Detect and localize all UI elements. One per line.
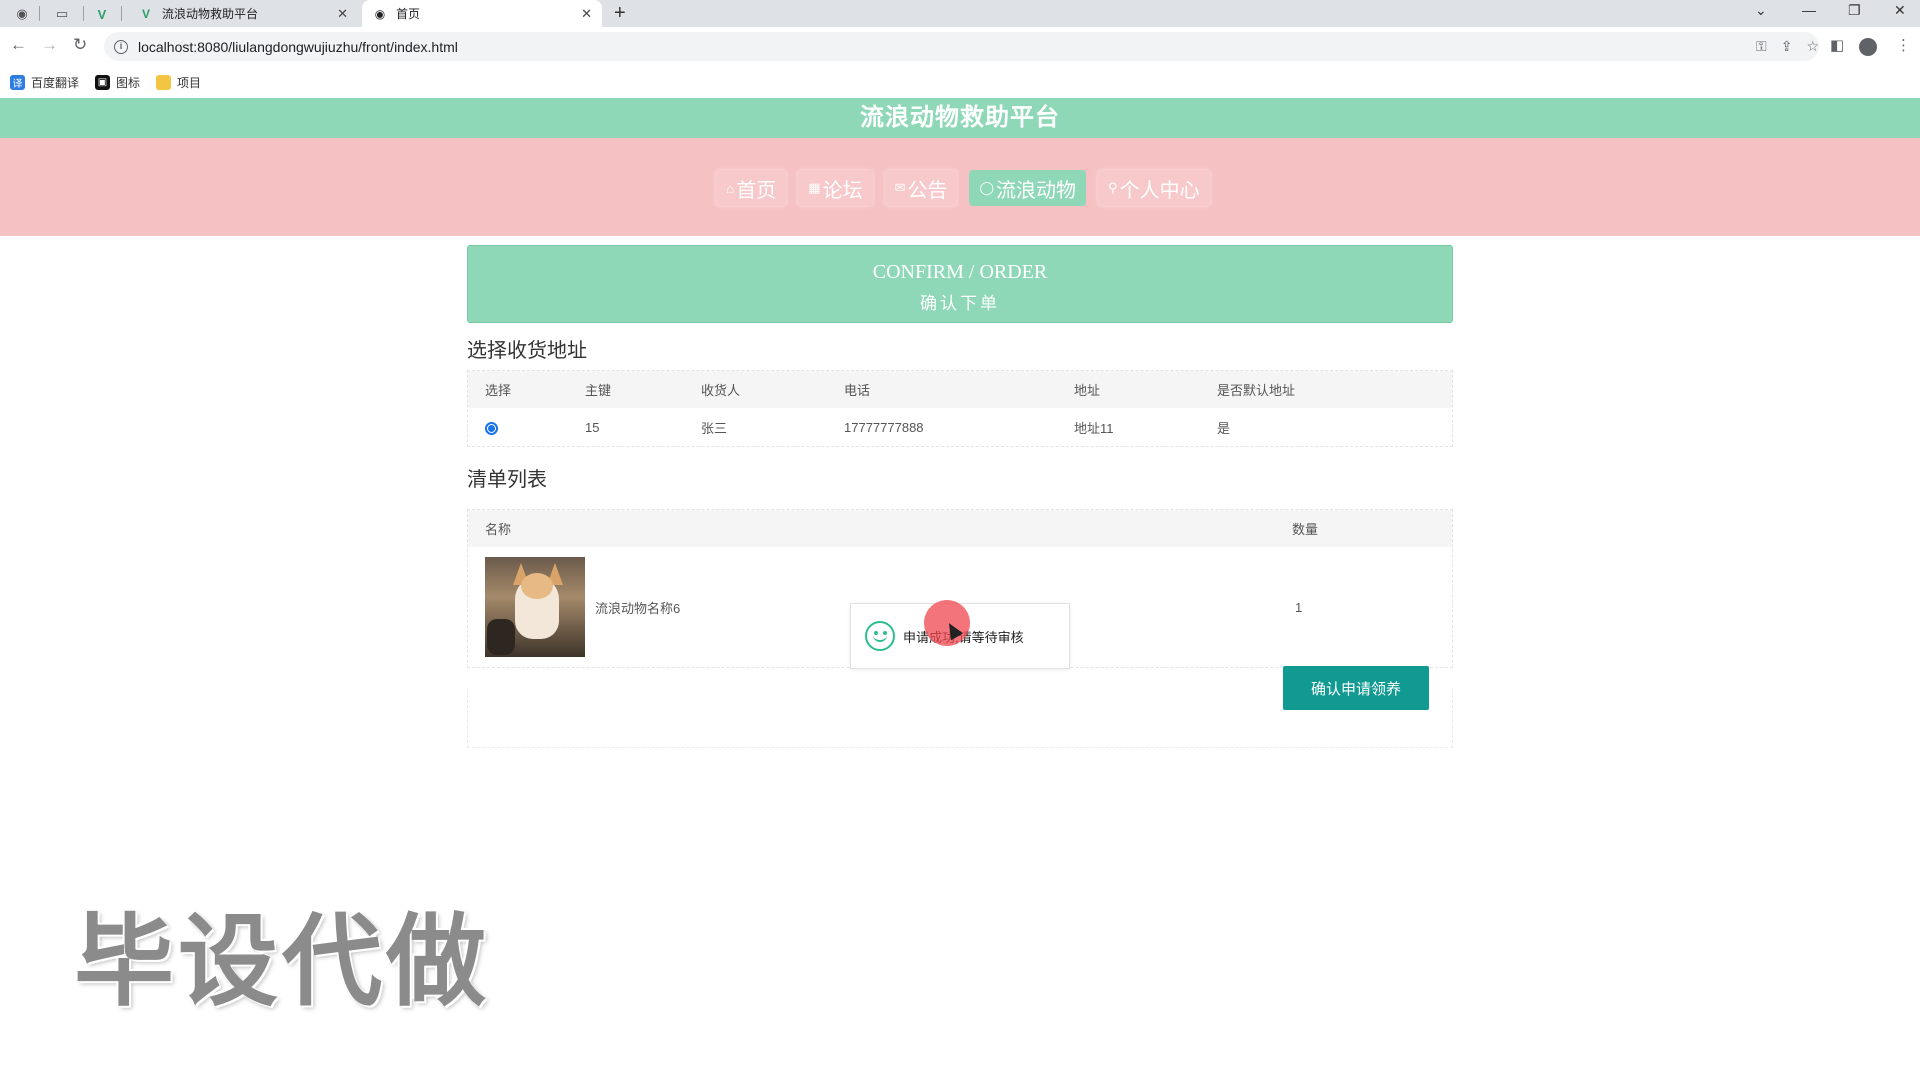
back-arrow-icon[interactable]: ← xyxy=(10,35,27,55)
bookmark-icons[interactable]: ▣ 图标 xyxy=(95,74,140,91)
side-panel-icon[interactable]: ◧ xyxy=(1830,36,1844,54)
tab-rescue-platform[interactable]: V 流浪动物救助平台 ✕ xyxy=(128,0,358,27)
site-title: 流浪动物救助平台 xyxy=(860,104,1060,131)
pet-name: 流浪动物名称6 xyxy=(595,600,681,616)
col-address: 地址 xyxy=(1074,371,1217,408)
col-id: 主键 xyxy=(585,371,701,408)
main-nav: ⌂ 首页 ▦ 论坛 ✉ 公告 ◯ 流浪动物 ⚲ 个人中心 xyxy=(0,170,1920,206)
blank-tab-icon[interactable]: ▭ xyxy=(50,3,74,25)
window-close-icon[interactable]: ✕ xyxy=(1894,2,1906,19)
nav-label: 公告 xyxy=(907,179,948,202)
confirm-order-banner: CONFIRM / ORDER 确认下单 xyxy=(467,245,1453,323)
main-nav-band: ⌂ 首页 ▦ 论坛 ✉ 公告 ◯ 流浪动物 ⚲ 个人中心 xyxy=(0,138,1920,236)
translate-icon: 译 xyxy=(10,75,25,90)
globe-icon[interactable]: ◉ xyxy=(10,3,34,25)
cell-id: 15 xyxy=(585,419,600,435)
col-name: 名称 xyxy=(468,510,1292,547)
reload-icon[interactable]: ↻ xyxy=(73,35,87,55)
address-radio[interactable] xyxy=(485,421,498,435)
bookmarks-bar: 译 百度翻译 ▣ 图标 项目 xyxy=(0,67,1920,98)
home-icon: ⌂ xyxy=(726,180,735,196)
folder-icon xyxy=(156,75,172,90)
smile-icon xyxy=(865,621,895,651)
globe-icon: ◉ xyxy=(374,6,386,21)
forum-icon: ▦ xyxy=(808,180,821,195)
url-text[interactable]: localhost:8080/liulangdongwujiuzhu/front… xyxy=(138,39,458,55)
image-icon: ▣ xyxy=(95,75,111,90)
user-icon: ⚲ xyxy=(1108,180,1118,195)
select-cell xyxy=(468,408,585,446)
pet-photo xyxy=(485,557,585,657)
browser-tab-bar: ◉ ▭ V V 流浪动物救助平台 ✕ ◉ 首页 ✕ + ⌄ — ❐ ✕ xyxy=(0,0,1920,27)
nav-label: 个人中心 xyxy=(1119,179,1200,202)
new-tab-icon[interactable]: + xyxy=(614,2,626,25)
table-row[interactable]: 15 张三 17777777888 地址11 是 xyxy=(468,408,1452,446)
nav-personal-center[interactable]: ⚲ 个人中心 xyxy=(1098,170,1210,206)
key-icon[interactable]: ⚿ xyxy=(1756,38,1767,55)
nav-label: 流浪动物 xyxy=(996,179,1077,202)
bookmark-label: 项目 xyxy=(177,76,202,90)
bookmark-baidu-translate[interactable]: 译 百度翻译 xyxy=(10,74,79,91)
cell-address: 地址11 xyxy=(1074,420,1114,436)
col-phone: 电话 xyxy=(844,371,1074,408)
tab-home[interactable]: ◉ 首页 ✕ xyxy=(362,0,602,27)
nav-label: 首页 xyxy=(736,179,777,202)
site-header: 流浪动物救助平台 xyxy=(0,98,1920,138)
table-header-row: 名称 数量 xyxy=(468,510,1452,547)
menu-dots-icon[interactable]: ⋮ xyxy=(1896,36,1911,54)
tab-separator xyxy=(39,6,40,21)
col-receiver: 收货人 xyxy=(701,371,844,408)
nav-notice[interactable]: ✉ 公告 xyxy=(884,170,958,206)
address-bar[interactable]: i localhost:8080/liulangdongwujiuzhu/fro… xyxy=(104,32,1819,61)
forward-arrow-icon[interactable]: → xyxy=(41,35,58,55)
cell-default: 是 xyxy=(1217,420,1231,436)
tab-title: 流浪动物救助平台 xyxy=(162,7,259,21)
banner-title-en: CONFIRM / ORDER xyxy=(872,261,1048,283)
address-table: 选择 主键 收货人 电话 地址 是否默认地址 15 张三 17777777888… xyxy=(467,370,1453,447)
site-info-icon[interactable]: i xyxy=(114,39,128,54)
orderlist-section-heading: 清单列表 xyxy=(467,469,547,491)
item-quantity: 1 xyxy=(1295,599,1303,615)
tab-separator xyxy=(83,6,84,21)
restore-icon[interactable]: ❐ xyxy=(1848,2,1861,19)
watermark-text: 毕设代做 xyxy=(74,906,490,1018)
close-icon[interactable]: ✕ xyxy=(337,6,348,22)
nav-home[interactable]: ⌂ 首页 xyxy=(716,170,787,206)
mail-icon: ✉ xyxy=(894,180,906,195)
tab-separator xyxy=(121,6,122,21)
nav-label: 论坛 xyxy=(822,179,863,202)
confirm-adoption-button[interactable]: 确认申请领养 xyxy=(1283,666,1429,710)
close-icon[interactable]: ✕ xyxy=(581,6,592,22)
bookmark-project[interactable]: 项目 xyxy=(156,74,201,91)
omnibox-actions: ⚿ ⇪ ☆ xyxy=(1756,38,1819,55)
share-icon[interactable]: ⇪ xyxy=(1781,38,1793,55)
col-select: 选择 xyxy=(468,371,585,408)
banner-title-cn: 确认下单 xyxy=(920,294,1000,313)
bookmark-label: 百度翻译 xyxy=(31,76,80,90)
cell-receiver: 张三 xyxy=(701,420,728,436)
browser-toolbar: ← → ↻ i localhost:8080/liulangdongwujiuz… xyxy=(0,27,1920,67)
col-quantity: 数量 xyxy=(1292,510,1452,547)
vue-icon: V xyxy=(141,6,150,21)
address-section-heading: 选择收货地址 xyxy=(467,340,587,362)
tab-search-chevron-icon[interactable]: ⌄ xyxy=(1755,2,1767,19)
minimize-icon[interactable]: — xyxy=(1802,2,1816,18)
star-icon[interactable]: ☆ xyxy=(1806,38,1819,55)
circle-icon: ◯ xyxy=(979,180,995,195)
bookmark-label: 图标 xyxy=(116,76,141,90)
profile-avatar-icon[interactable] xyxy=(1859,38,1877,56)
nav-stray-animals[interactable]: ◯ 流浪动物 xyxy=(969,170,1087,206)
tab-title: 首页 xyxy=(396,7,421,21)
vue-icon[interactable]: V xyxy=(90,3,114,25)
nav-forum[interactable]: ▦ 论坛 xyxy=(798,170,873,206)
table-header-row: 选择 主键 收货人 电话 地址 是否默认地址 xyxy=(468,371,1452,408)
cell-phone: 17777777888 xyxy=(844,419,924,435)
col-default: 是否默认地址 xyxy=(1217,371,1452,408)
